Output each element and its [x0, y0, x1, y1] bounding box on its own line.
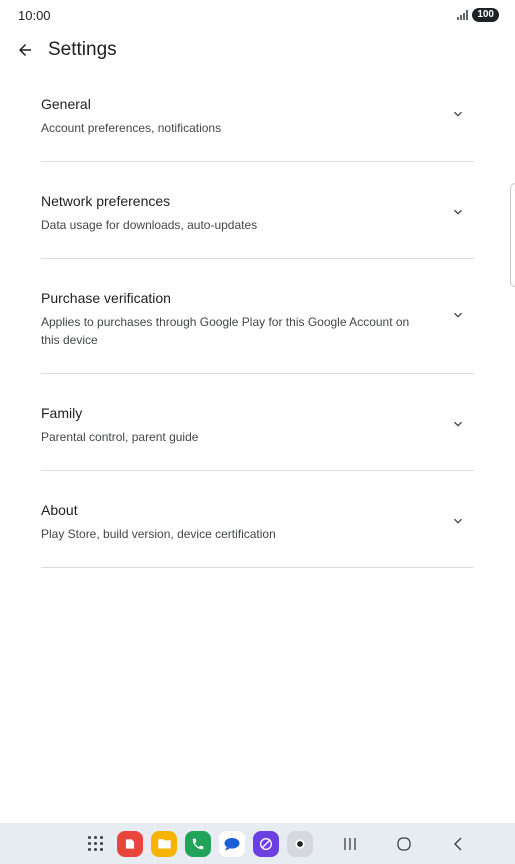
edge-panel-handle[interactable]	[510, 183, 515, 287]
phone-app-icon[interactable]	[185, 830, 211, 857]
camera-app-icon[interactable]	[287, 830, 313, 857]
setting-about[interactable]: About Play Store, build version, device …	[41, 471, 474, 568]
home-icon[interactable]	[395, 835, 413, 853]
chevron-down-icon[interactable]	[448, 104, 468, 124]
chevron-down-icon[interactable]	[448, 414, 468, 434]
setting-title: Purchase verification	[41, 290, 171, 306]
battery-badge: 100	[472, 8, 499, 22]
setting-subtitle: Play Store, build version, device certif…	[41, 527, 276, 541]
status-bar: 10:00 100	[0, 0, 515, 30]
setting-family[interactable]: Family Parental control, parent guide	[41, 374, 474, 471]
notes-app-icon[interactable]	[117, 830, 143, 857]
taskbar-apps	[88, 830, 313, 857]
status-indicators: 100	[457, 8, 499, 22]
back-icon[interactable]	[449, 835, 467, 853]
navigation-bar	[341, 835, 467, 853]
chevron-down-icon[interactable]	[448, 511, 468, 531]
setting-purchase-verification[interactable]: Purchase verification Applies to purchas…	[41, 259, 474, 374]
setting-title: About	[41, 502, 78, 518]
setting-subtitle: Data usage for downloads, auto-updates	[41, 218, 258, 232]
apps-grid-icon[interactable]	[88, 836, 103, 851]
signal-icon	[457, 10, 469, 20]
settings-list: General Account preferences, notificatio…	[41, 72, 474, 568]
recents-icon[interactable]	[341, 835, 359, 853]
back-button[interactable]	[14, 39, 36, 61]
arrow-back-icon	[19, 44, 31, 56]
setting-subtitle: Account preferences, notifications	[41, 121, 222, 135]
app-bar: Settings	[0, 30, 515, 70]
chevron-down-icon[interactable]	[448, 202, 468, 222]
setting-title: General	[41, 96, 91, 112]
files-app-icon[interactable]	[151, 830, 177, 857]
page-title: Settings	[48, 39, 117, 60]
messages-app-icon[interactable]	[219, 830, 245, 857]
settings-screen: 10:00 100 Settings General Account prefe…	[0, 0, 515, 864]
setting-title: Family	[41, 405, 83, 421]
setting-general[interactable]: General Account preferences, notificatio…	[41, 72, 474, 162]
setting-title: Network preferences	[41, 193, 171, 209]
taskbar	[0, 823, 515, 864]
setting-network-preferences[interactable]: Network preferences Data usage for downl…	[41, 162, 474, 259]
status-time: 10:00	[18, 7, 51, 23]
setting-subtitle: Parental control, parent guide	[41, 430, 199, 444]
internet-app-icon[interactable]	[253, 830, 279, 857]
chevron-down-icon[interactable]	[448, 305, 468, 325]
setting-subtitle: Applies to purchases through Google Play…	[41, 315, 410, 347]
